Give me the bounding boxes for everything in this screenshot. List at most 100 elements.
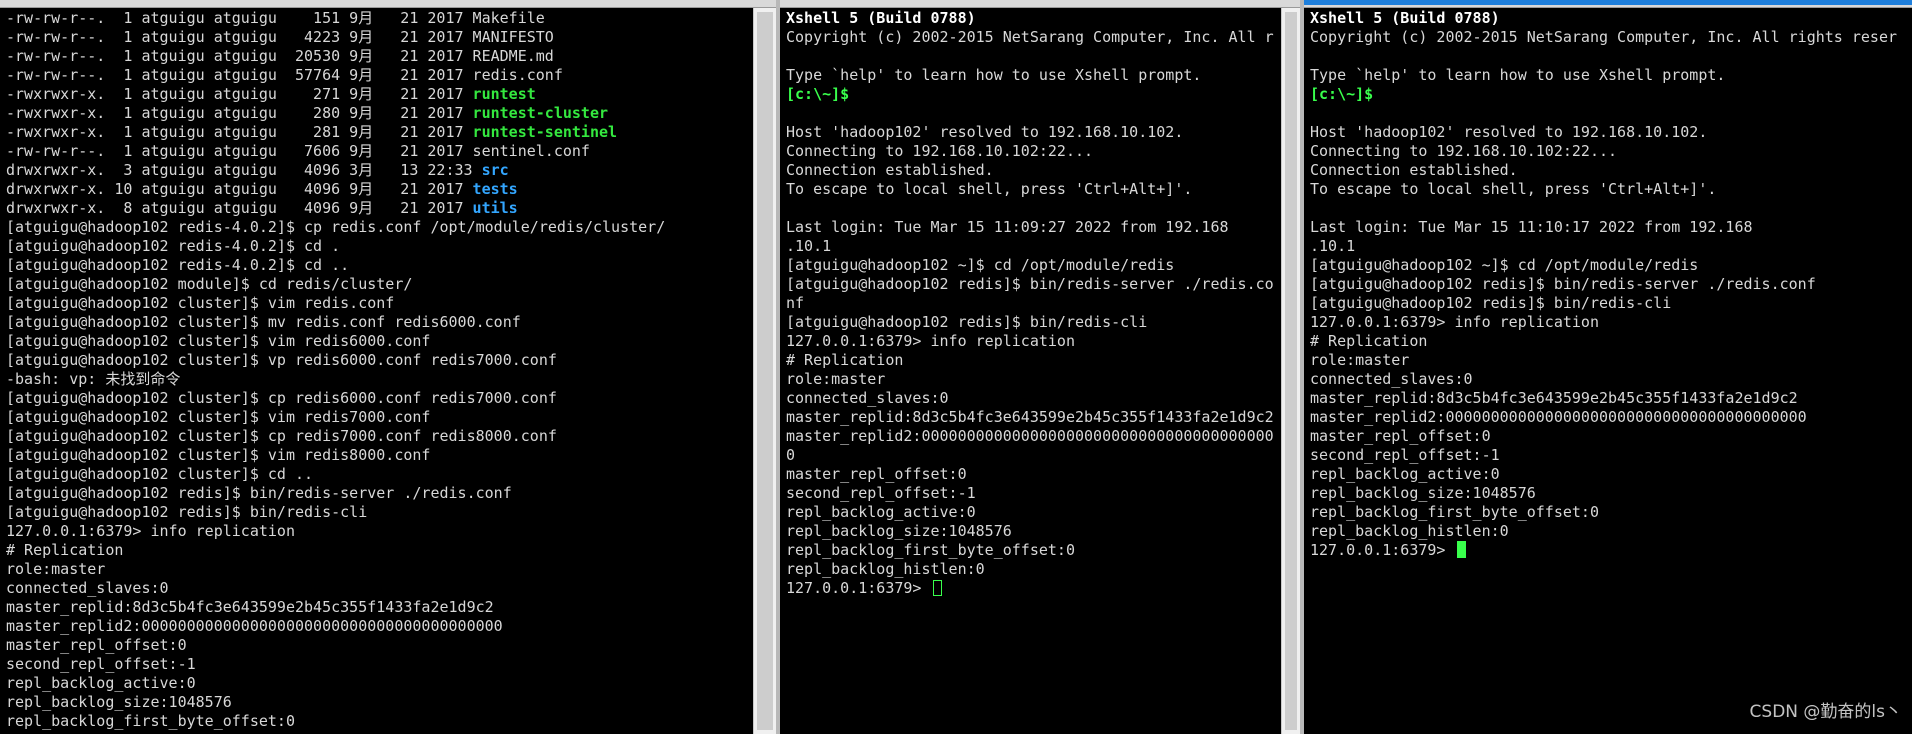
terminal-line: Connecting to 192.168.10.102:22... bbox=[1310, 142, 1912, 161]
terminal-line: master_replid2:0000000000000000000000000… bbox=[786, 427, 1282, 446]
terminal-line: [atguigu@hadoop102 redis]$ bin/redis-cli bbox=[1310, 294, 1912, 313]
terminal-line-text: drwxrwxr-x. 8 atguigu atguigu 4096 9月 21… bbox=[6, 199, 473, 217]
terminal-line: [atguigu@hadoop102 cluster]$ vim redis80… bbox=[6, 446, 754, 465]
terminal-line-text: [atguigu@hadoop102 redis-4.0.2]$ cd .. bbox=[6, 256, 350, 274]
terminal-line: Connecting to 192.168.10.102:22... bbox=[786, 142, 1282, 161]
terminal-line-text: -rw-rw-r--. 1 atguigu atguigu 4223 9月 21… bbox=[6, 28, 554, 46]
terminal-line: second_repl_offset:-1 bbox=[1310, 446, 1912, 465]
terminal-line-text: second_repl_offset:-1 bbox=[786, 484, 976, 502]
terminal-line-text: Xshell 5 (Build 0788) bbox=[786, 9, 976, 27]
terminal-line: [atguigu@hadoop102 ~]$ cd /opt/module/re… bbox=[1310, 256, 1912, 275]
directory-name: tests bbox=[472, 180, 518, 198]
terminal-line-text: connected_slaves:0 bbox=[1310, 370, 1473, 388]
active-pane-indicator bbox=[1304, 0, 1912, 5]
terminal-line: 127.0.0.1:6379> info replication bbox=[786, 332, 1282, 351]
terminal-line: -rwxrwxr-x. 1 atguigu atguigu 280 9月 21 … bbox=[6, 104, 754, 123]
pane-top-edge bbox=[0, 0, 776, 8]
terminal-line-text: -bash: vp: 未找到命令 bbox=[6, 370, 181, 388]
terminal-line: 0 bbox=[786, 446, 1282, 465]
terminal-line: [atguigu@hadoop102 redis]$ bin/redis-ser… bbox=[6, 484, 754, 503]
terminal-line-text: [atguigu@hadoop102 redis]$ bin/redis-ser… bbox=[6, 484, 512, 502]
terminal-output[interactable]: Xshell 5 (Build 0788) Copyright (c) 2002-… bbox=[786, 9, 1282, 734]
directory-name: src bbox=[481, 161, 509, 179]
terminal-line: role:master bbox=[6, 560, 754, 579]
terminal-line: connected_slaves:0 bbox=[1310, 370, 1912, 389]
text-cursor[interactable] bbox=[1456, 541, 1466, 558]
vertical-scrollbar[interactable] bbox=[753, 8, 776, 734]
terminal-line-text: Last login: Tue Mar 15 11:09:27 2022 fro… bbox=[786, 218, 1229, 236]
terminal-line-text: connected_slaves:0 bbox=[6, 579, 169, 597]
scrollbar-thumb[interactable] bbox=[1285, 12, 1297, 730]
pane-top-edge bbox=[780, 0, 1300, 8]
terminal-line-text: [atguigu@hadoop102 redis]$ bin/redis-cli bbox=[786, 313, 1148, 331]
terminal-pane-middle[interactable]: Xshell 5 (Build 0788) Copyright (c) 2002-… bbox=[780, 0, 1300, 734]
scrollbar-thumb[interactable] bbox=[757, 12, 773, 730]
terminal-line: [atguigu@hadoop102 redis]$ bin/redis-cli bbox=[786, 313, 1282, 332]
terminal-line: connected_slaves:0 bbox=[786, 389, 1282, 408]
terminal-line: Last login: Tue Mar 15 11:09:27 2022 fro… bbox=[786, 218, 1282, 237]
terminal-line: repl_backlog_size:1048576 bbox=[786, 522, 1282, 541]
terminal-line-text: master_replid2:0000000000000000000000000… bbox=[786, 427, 1274, 445]
executable-name: runtest-cluster bbox=[472, 104, 609, 122]
terminal-line: Connection established. bbox=[1310, 161, 1912, 180]
terminal-line: -rw-rw-r--. 1 atguigu atguigu 20530 9月 2… bbox=[6, 47, 754, 66]
terminal-line: Type `help' to learn how to use Xshell p… bbox=[1310, 66, 1912, 85]
terminal-line-text: [atguigu@hadoop102 cluster]$ mv redis.co… bbox=[6, 313, 521, 331]
terminal-line-text: [atguigu@hadoop102 cluster]$ cd .. bbox=[6, 465, 314, 483]
terminal-pane-right[interactable]: Xshell 5 (Build 0788) Copyright (c) 2002-… bbox=[1304, 0, 1912, 734]
terminal-line: [atguigu@hadoop102 module]$ cd redis/clu… bbox=[6, 275, 754, 294]
terminal-line-text: repl_backlog_active:0 bbox=[1310, 465, 1500, 483]
terminal-line: repl_backlog_first_byte_offset:0 bbox=[786, 541, 1282, 560]
terminal-output[interactable]: Xshell 5 (Build 0788) Copyright (c) 2002-… bbox=[1310, 9, 1912, 734]
terminal-line: Xshell 5 (Build 0788) bbox=[1310, 9, 1912, 28]
terminal-line-text: [atguigu@hadoop102 cluster]$ vim redis.c… bbox=[6, 294, 395, 312]
terminal-line: [atguigu@hadoop102 cluster]$ vp redis600… bbox=[6, 351, 754, 370]
terminal-line: [atguigu@hadoop102 cluster]$ mv redis.co… bbox=[6, 313, 754, 332]
terminal-line: repl_backlog_first_byte_offset:0 bbox=[1310, 503, 1912, 522]
terminal-line: Host 'hadoop102' resolved to 192.168.10.… bbox=[786, 123, 1282, 142]
terminal-line-text: master_repl_offset:0 bbox=[6, 636, 187, 654]
terminal-line-text: -rw-rw-r--. 1 atguigu atguigu 7606 9月 21… bbox=[6, 142, 590, 160]
terminal-pane-left[interactable]: -rw-rw-r--. 1 atguigu atguigu 151 9月 21 … bbox=[0, 0, 776, 734]
terminal-line-text: Xshell 5 (Build 0788) bbox=[1310, 9, 1500, 27]
terminal-line: 127.0.0.1:6379> bbox=[786, 579, 1282, 598]
terminal-line: Last login: Tue Mar 15 11:10:17 2022 fro… bbox=[1310, 218, 1912, 237]
terminal-line: 127.0.0.1:6379> info replication bbox=[1310, 313, 1912, 332]
terminal-line-text: repl_backlog_size:1048576 bbox=[6, 693, 232, 711]
terminal-line-text: -rw-rw-r--. 1 atguigu atguigu 57764 9月 2… bbox=[6, 66, 563, 84]
watermark: CSDN @勤奋的ls丶 bbox=[1749, 702, 1902, 722]
terminal-line-text: repl_backlog_active:0 bbox=[6, 674, 196, 692]
terminal-line: .10.1 bbox=[1310, 237, 1912, 256]
terminal-line: Host 'hadoop102' resolved to 192.168.10.… bbox=[1310, 123, 1912, 142]
terminal-line: Connection established. bbox=[786, 161, 1282, 180]
terminal-line-text: Connection established. bbox=[786, 161, 994, 179]
terminal-line: master_repl_offset:0 bbox=[786, 465, 1282, 484]
terminal-output[interactable]: -rw-rw-r--. 1 atguigu atguigu 151 9月 21 … bbox=[6, 9, 754, 734]
terminal-line: [atguigu@hadoop102 redis]$ bin/redis-cli bbox=[6, 503, 754, 522]
terminal-line-text: Last login: Tue Mar 15 11:10:17 2022 fro… bbox=[1310, 218, 1753, 236]
terminal-line-text: 127.0.0.1:6379> info replication bbox=[1310, 313, 1599, 331]
terminal-line: repl_backlog_active:0 bbox=[1310, 465, 1912, 484]
terminal-line: To escape to local shell, press 'Ctrl+Al… bbox=[1310, 180, 1912, 199]
terminal-line-text: Connecting to 192.168.10.102:22... bbox=[786, 142, 1094, 160]
terminal-line-text: second_repl_offset:-1 bbox=[6, 655, 196, 673]
terminal-line-text: connected_slaves:0 bbox=[786, 389, 949, 407]
terminal-line-text: Connecting to 192.168.10.102:22... bbox=[1310, 142, 1618, 160]
terminal-line-text: -rwxrwxr-x. 1 atguigu atguigu 281 9月 21 … bbox=[6, 123, 473, 141]
text-cursor[interactable] bbox=[932, 580, 942, 596]
local-prompt: [c:\~]$ bbox=[786, 85, 850, 103]
executable-name: runtest-sentinel bbox=[472, 123, 618, 141]
terminal-line: [atguigu@hadoop102 cluster]$ vim redis.c… bbox=[6, 294, 754, 313]
terminal-line: repl_backlog_histlen:0 bbox=[1310, 522, 1912, 541]
terminal-line-text: 127.0.0.1:6379> info replication bbox=[6, 522, 295, 540]
terminal-line-text: master_repl_offset:0 bbox=[1310, 427, 1491, 445]
terminal-line-text: -rw-rw-r--. 1 atguigu atguigu 20530 9月 2… bbox=[6, 47, 554, 65]
vertical-scrollbar[interactable] bbox=[1281, 8, 1300, 734]
terminal-line-text: [atguigu@hadoop102 ~]$ cd /opt/module/re… bbox=[786, 256, 1175, 274]
terminal-line-text: .10.1 bbox=[786, 237, 832, 255]
terminal-line-text: Copyright (c) 2002-2015 NetSarang Comput… bbox=[1310, 28, 1897, 46]
terminal-line-text: Host 'hadoop102' resolved to 192.168.10.… bbox=[786, 123, 1184, 141]
terminal-line-text: role:master bbox=[1310, 351, 1410, 369]
